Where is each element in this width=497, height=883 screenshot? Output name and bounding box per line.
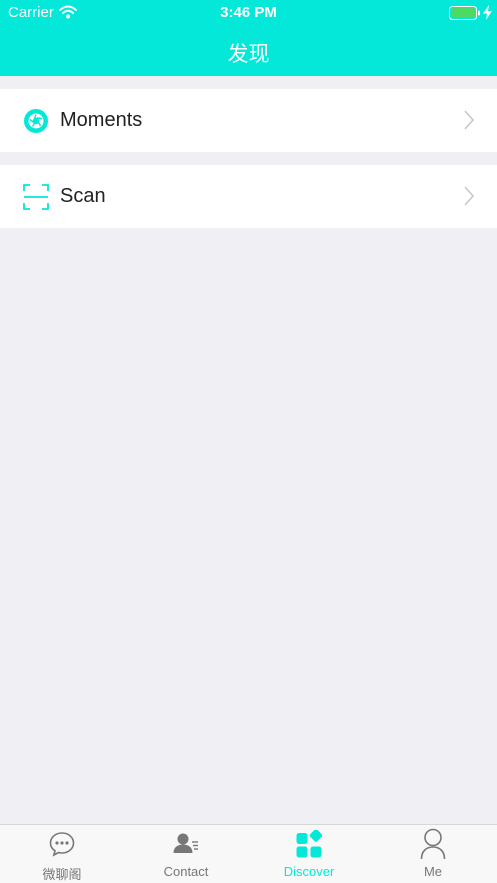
chat-bubble-icon [49, 832, 75, 857]
moments-row[interactable]: Moments [0, 89, 497, 152]
tab-chat-label: 微聊阁 [42, 868, 82, 883]
scan-row[interactable]: Scan [0, 165, 497, 228]
status-bar: Carrier 3:46 PM [0, 0, 497, 26]
nav-bar: 发现 [0, 26, 497, 76]
battery-icon [449, 6, 480, 20]
moments-label: Moments [60, 109, 143, 131]
page-title: 发现 [227, 42, 270, 66]
charging-icon [483, 5, 492, 20]
moments-icon [24, 109, 48, 133]
tab-bar: 微聊阁 Contact Discover Me [0, 824, 497, 883]
tab-me[interactable]: Me [371, 825, 495, 883]
tab-me-label: Me [423, 864, 443, 879]
scan-icon [23, 184, 49, 210]
tab-chat[interactable]: 微聊阁 [0, 825, 124, 883]
status-time: 3:46 PM [220, 4, 277, 21]
scan-label: Scan [60, 185, 106, 207]
tab-discover-label: Discover [283, 864, 335, 879]
discover-icon [296, 830, 322, 858]
contact-icon [173, 833, 198, 853]
chevron-right-icon [464, 110, 475, 130]
tab-contact-label: Contact [163, 864, 209, 879]
person-icon [420, 828, 446, 860]
chevron-right-icon [464, 186, 475, 206]
tab-contact[interactable]: Contact [124, 825, 248, 883]
tab-discover[interactable]: Discover [247, 825, 371, 883]
